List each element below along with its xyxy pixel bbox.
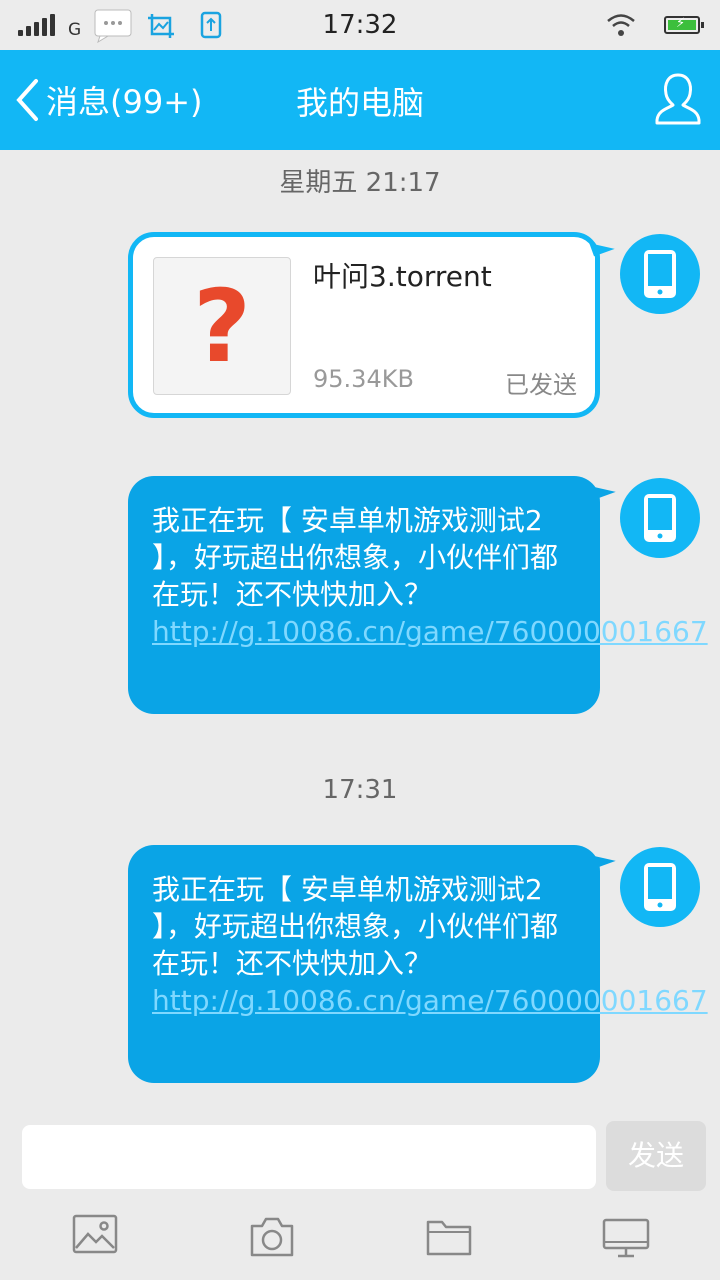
- battery-icon: ⚡: [664, 16, 704, 34]
- wifi-icon: [606, 12, 636, 42]
- phone-icon: [644, 250, 676, 298]
- message-link[interactable]: http://g.10086.cn/game/760000001667: [152, 984, 708, 1017]
- camera-icon: [250, 1217, 294, 1257]
- profile-button[interactable]: [654, 72, 702, 130]
- image-button[interactable]: [72, 1214, 118, 1258]
- message-bubble[interactable]: 我正在玩【 安卓单机游戏测试2 】，好玩超出你想象，小伙伴们都在玩！还不快快加入…: [128, 845, 708, 1083]
- phone-icon: [644, 494, 676, 542]
- avatar[interactable]: [620, 234, 700, 314]
- file-status: 已发送: [505, 371, 577, 399]
- folder-button[interactable]: [426, 1218, 472, 1260]
- profile-icon: [655, 73, 701, 125]
- page-title: 我的电脑: [295, 84, 424, 122]
- folder-icon: [426, 1220, 472, 1256]
- computer-icon: [602, 1218, 650, 1258]
- file-size: 95.34KB: [313, 365, 414, 393]
- message-link[interactable]: http://g.10086.cn/game/760000001667: [152, 615, 708, 648]
- unknown-file-icon: ?: [192, 268, 251, 385]
- message-text: 我正在玩【 安卓单机游戏测试2 】，好玩超出你想象，小伙伴们都在玩！还不快快加入…: [152, 504, 559, 611]
- camera-button[interactable]: [248, 1216, 296, 1262]
- phone-icon: [644, 863, 676, 911]
- message-bubble[interactable]: 我正在玩【 安卓单机游戏测试2 】，好玩超出你想象，小伙伴们都在玩！还不快快加入…: [128, 476, 708, 714]
- message-input[interactable]: [22, 1125, 596, 1189]
- computer-button[interactable]: [602, 1218, 650, 1262]
- timestamp: 星期五 21:17: [279, 168, 441, 198]
- avatar[interactable]: [620, 847, 700, 927]
- file-thumbnail: ?: [153, 257, 291, 395]
- file-name: 叶问3.torrent: [313, 260, 492, 293]
- status-bar: G 17:32 ⚡: [0, 0, 720, 50]
- avatar[interactable]: [620, 478, 700, 558]
- image-icon: [72, 1214, 118, 1254]
- message-text: 我正在玩【 安卓单机游戏测试2 】，好玩超出你想象，小伙伴们都在玩！还不快快加入…: [152, 873, 559, 980]
- send-button[interactable]: 发送: [606, 1121, 706, 1191]
- file-message-bubble[interactable]: ? 叶问3.torrent 95.34KB 已发送: [128, 232, 615, 418]
- timestamp: 17:31: [322, 775, 398, 805]
- chat-header: 消息(99+) 我的电脑: [0, 50, 720, 150]
